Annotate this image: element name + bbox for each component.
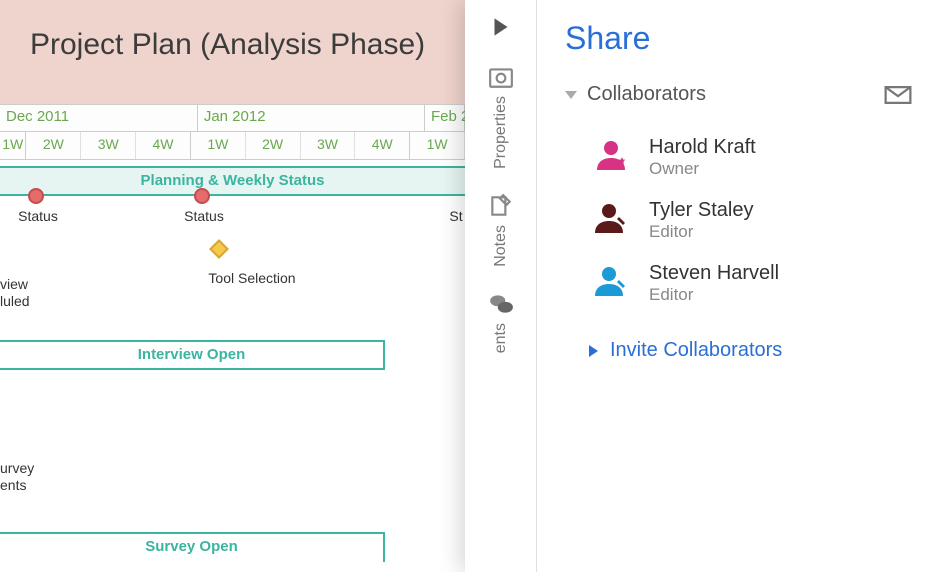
milestone-diamond[interactable] [209, 239, 229, 259]
collaborator-name: Harold Kraft [649, 136, 756, 159]
collaborator-name: Tyler Staley [649, 199, 753, 222]
chevron-right-icon [488, 14, 514, 40]
chevron-right-icon [589, 345, 598, 357]
share-title: Share [565, 20, 912, 57]
collaborator-name: Steven Harvell [649, 262, 779, 285]
month-cell[interactable]: Feb 2 [425, 105, 465, 131]
camera-icon [488, 64, 514, 90]
collaborator-role: Editor [649, 222, 753, 242]
collaborator-row[interactable]: Steven Harvell Editor [565, 252, 912, 315]
status-milestone-label: Status [18, 208, 58, 224]
week-row: 1W 2W 3W 4W 1W 2W 3W 4W 1W [0, 132, 465, 160]
week-cell[interactable]: 4W [355, 132, 410, 159]
editor-avatar-icon [593, 262, 629, 298]
note-pencil-icon [488, 193, 514, 219]
month-cell[interactable]: Dec 2011 [0, 105, 198, 131]
rail-expand[interactable] [488, 14, 514, 40]
collaborator-row[interactable]: Harold Kraft Owner [565, 126, 912, 189]
collaborator-role: Editor [649, 285, 779, 305]
collaborators-header[interactable]: Collaborators [565, 83, 912, 106]
share-panel: Properties Notes ents Share Collaborator… [465, 0, 940, 572]
week-cell[interactable]: 4W [136, 132, 191, 159]
rail-comments-label: ents [492, 323, 510, 353]
page-title: Project Plan (Analysis Phase) [30, 28, 465, 62]
collaborators-label: Collaborators [587, 83, 706, 106]
mail-icon[interactable] [884, 86, 912, 104]
side-rail: Properties Notes ents [465, 0, 537, 572]
week-cell[interactable]: 3W [81, 132, 136, 159]
bar-planning[interactable]: Planning & Weekly Status [0, 166, 465, 196]
editor-avatar-icon [593, 199, 629, 235]
rail-comments[interactable]: ents [488, 291, 514, 353]
month-row: Dec 2011 Jan 2012 Feb 2 [0, 104, 465, 132]
rail-notes-label: Notes [492, 225, 510, 267]
rail-properties-label: Properties [492, 96, 510, 169]
bar-interview-label: Interview Open [138, 346, 246, 363]
week-cell[interactable]: 1W [0, 132, 26, 159]
bar-survey[interactable]: Survey Open [0, 532, 385, 562]
share-content: Share Collaborators Harold Kraft Owner [537, 0, 940, 572]
gantt-canvas[interactable]: Planning & Weekly Status Status Status S… [0, 160, 465, 572]
chat-bubbles-icon [488, 291, 514, 317]
week-cell[interactable]: 2W [246, 132, 301, 159]
title-bar: Project Plan (Analysis Phase) [0, 0, 465, 104]
week-cell[interactable]: 1W [191, 132, 246, 159]
week-cell[interactable]: 1W [410, 132, 465, 159]
truncated-text: view luled [0, 276, 30, 310]
status-milestone-label: Status [184, 208, 224, 224]
week-cell[interactable]: 3W [301, 132, 356, 159]
owner-avatar-icon [593, 136, 629, 172]
invite-collaborators-button[interactable]: Invite Collaborators [565, 315, 912, 362]
tool-selection-label: Tool Selection [208, 270, 295, 286]
collaborator-row[interactable]: Tyler Staley Editor [565, 189, 912, 252]
bar-planning-label: Planning & Weekly Status [141, 168, 325, 194]
chevron-down-icon [565, 91, 577, 99]
rail-properties[interactable]: Properties [488, 64, 514, 169]
invite-label: Invite Collaborators [610, 339, 782, 362]
status-milestone-label: St [449, 208, 462, 224]
bar-survey-label: Survey Open [145, 538, 238, 555]
rail-notes[interactable]: Notes [488, 193, 514, 267]
status-milestone-dot[interactable] [28, 188, 44, 204]
truncated-text: urvey ents [0, 460, 34, 494]
gantt-area: Project Plan (Analysis Phase) Dec 2011 J… [0, 0, 465, 572]
status-milestone-dot[interactable] [194, 188, 210, 204]
week-cell[interactable]: 2W [26, 132, 81, 159]
collaborator-role: Owner [649, 159, 756, 179]
month-cell[interactable]: Jan 2012 [198, 105, 425, 131]
bar-interview[interactable]: Interview Open [0, 340, 385, 370]
